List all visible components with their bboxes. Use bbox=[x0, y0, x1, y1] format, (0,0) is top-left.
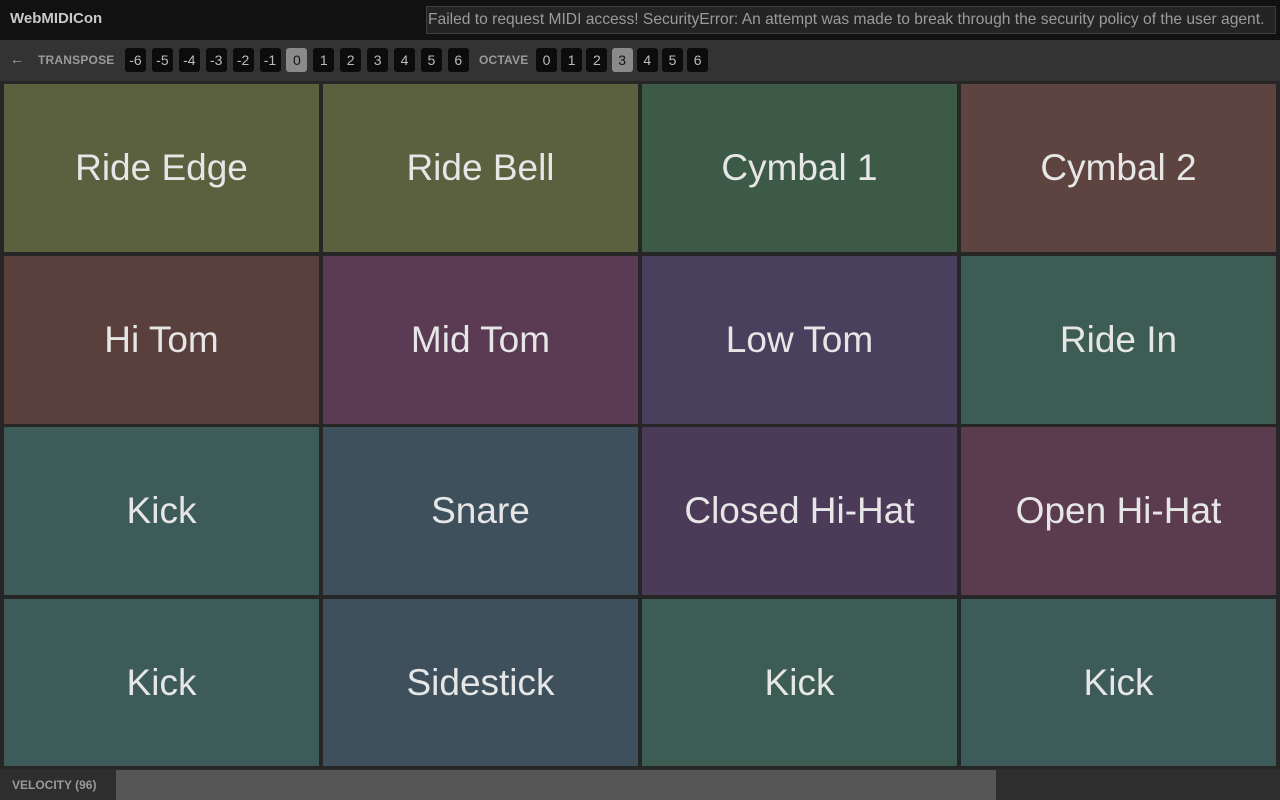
transpose-button--6[interactable]: -6 bbox=[125, 48, 146, 72]
transpose-button-6[interactable]: 6 bbox=[447, 48, 469, 72]
drum-pad-label: Ride In bbox=[1059, 319, 1178, 360]
transpose-button--1[interactable]: -1 bbox=[259, 48, 281, 72]
drum-pad-label: Closed Hi-Hat bbox=[684, 490, 915, 531]
transpose-label: TRANSPOSE bbox=[38, 53, 115, 67]
transpose-button-3[interactable]: 3 bbox=[367, 48, 389, 72]
error-message: Failed to request MIDI access! SecurityE… bbox=[426, 6, 1276, 34]
drum-pad-label: Sidestick bbox=[406, 661, 555, 703]
transpose-button-2[interactable]: 2 bbox=[340, 48, 362, 72]
octave-button-5[interactable]: 5 bbox=[662, 48, 683, 72]
drum-pad-snare[interactable]: Snare bbox=[323, 427, 638, 595]
drum-pad-hi-tom[interactable]: Hi Tom bbox=[4, 256, 319, 424]
velocity-label: VELOCITY (96) bbox=[12, 778, 97, 792]
drum-pad-open-hi-hat[interactable]: Open Hi-Hat bbox=[961, 427, 1276, 595]
transpose-button--2[interactable]: -2 bbox=[232, 48, 254, 72]
transpose-button--4[interactable]: -4 bbox=[178, 48, 200, 72]
drum-pad-label: Low Tom bbox=[725, 319, 874, 360]
drum-pad-kick[interactable]: Kick bbox=[961, 599, 1276, 766]
drum-pad-label: Ride Edge bbox=[75, 147, 248, 188]
drum-pad-label: Mid Tom bbox=[410, 319, 551, 360]
drum-pad-label: Kick bbox=[126, 661, 197, 703]
transpose-button-5[interactable]: 5 bbox=[420, 48, 442, 72]
drum-pad-cymbal-1[interactable]: Cymbal 1 bbox=[642, 84, 957, 252]
title-bar: WebMIDICon Failed to request MIDI access… bbox=[0, 0, 1280, 40]
velocity-bar: VELOCITY (96) bbox=[0, 770, 1280, 800]
drum-pad-label: Ride Bell bbox=[406, 147, 555, 188]
drum-pad-kick[interactable]: Kick bbox=[4, 427, 319, 595]
drum-pad-closed-hi-hat[interactable]: Closed Hi-Hat bbox=[642, 427, 957, 595]
octave-label: OCTAVE bbox=[479, 53, 529, 67]
transpose-button--3[interactable]: -3 bbox=[205, 48, 227, 72]
drum-pad-cymbal-2[interactable]: Cymbal 2 bbox=[961, 84, 1276, 252]
drum-pad-label: Cymbal 2 bbox=[1040, 147, 1197, 188]
transpose-button--5[interactable]: -5 bbox=[151, 48, 173, 72]
drum-pad-grid: Ride Edge Ride Bell Cymbal 1 Cymbal 2 Hi Tom… bbox=[0, 81, 1280, 769]
drum-pad-label: Open Hi-Hat bbox=[1015, 490, 1222, 531]
toolbar: ← TRANSPOSE -6 -5 -4 -3 -2 -1 0 1 2 3 4 5 6 OCTAVE 0… bbox=[0, 40, 1280, 81]
octave-button-0[interactable]: 0 bbox=[536, 48, 557, 72]
drum-pad-kick[interactable]: Kick bbox=[4, 599, 319, 766]
drum-pad-ride-in[interactable]: Ride In bbox=[961, 256, 1276, 424]
transpose-button-0[interactable]: 0 bbox=[286, 48, 308, 72]
drum-pad-label: Hi Tom bbox=[104, 319, 219, 360]
octave-button-6[interactable]: 6 bbox=[687, 48, 709, 72]
drum-pad-label: Kick bbox=[126, 490, 197, 531]
app-title: WebMIDICon bbox=[10, 10, 103, 27]
octave-button-3[interactable]: 3 bbox=[611, 48, 633, 72]
drum-pad-label: Snare bbox=[431, 490, 530, 531]
drum-pad-sidestick[interactable]: Sidestick bbox=[323, 599, 638, 766]
velocity-slider[interactable] bbox=[116, 770, 996, 800]
drum-pad-label: Cymbal 1 bbox=[721, 147, 878, 188]
drum-pad-low-tom[interactable]: Low Tom bbox=[642, 256, 957, 424]
drum-pad-label: Kick bbox=[764, 661, 835, 703]
back-arrow-icon[interactable]: ← bbox=[10, 51, 24, 67]
drum-pad-ride-bell[interactable]: Ride Bell bbox=[323, 84, 638, 252]
octave-button-4[interactable]: 4 bbox=[636, 48, 658, 72]
octave-button-1[interactable]: 1 bbox=[561, 48, 583, 72]
octave-button-2[interactable]: 2 bbox=[586, 48, 608, 72]
transpose-button-1[interactable]: 1 bbox=[313, 48, 335, 72]
drum-pad-label: Kick bbox=[1083, 661, 1154, 703]
drum-pad-kick[interactable]: Kick bbox=[642, 599, 957, 766]
transpose-button-4[interactable]: 4 bbox=[394, 48, 415, 72]
drum-pad-ride-edge[interactable]: Ride Edge bbox=[4, 84, 319, 252]
drum-pad-mid-tom[interactable]: Mid Tom bbox=[323, 256, 638, 424]
